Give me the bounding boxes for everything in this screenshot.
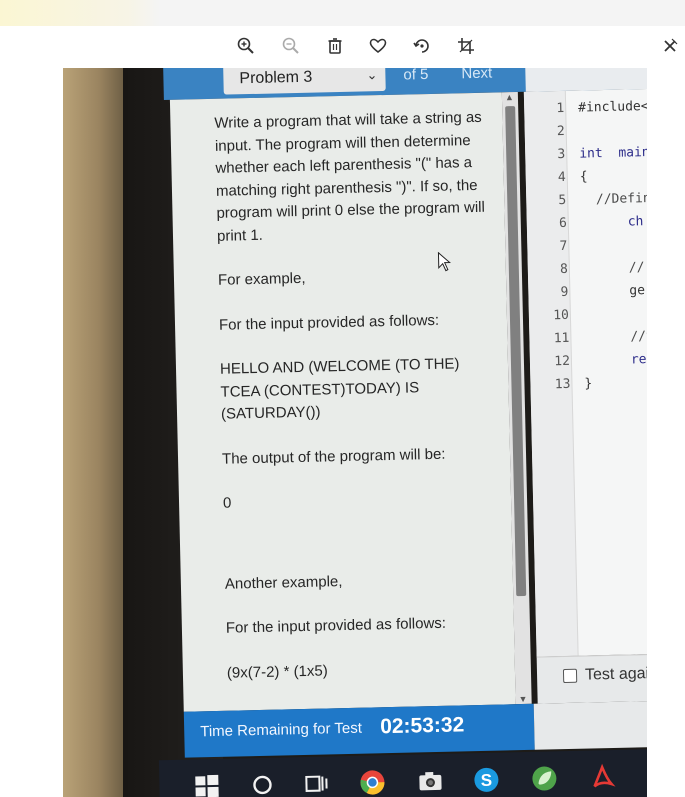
problem-paragraph: For example, (217, 269, 306, 289)
problem-paragraph: The output of the program will be: (221, 445, 446, 468)
code-editor[interactable]: 1 2 3 4 5 6 7 8 9 10 11 12 13 #include<s… (523, 88, 647, 657)
cortana-search-icon[interactable] (245, 768, 280, 797)
code-line: { (579, 169, 588, 185)
chrome-icon[interactable] (355, 765, 390, 797)
problem-select-value: Problem 3 (239, 68, 313, 88)
problem-description-pane: Write a program that will take a string … (169, 92, 516, 712)
trash-icon[interactable] (325, 36, 345, 56)
skype-icon[interactable]: S (469, 762, 504, 797)
windows-start-icon[interactable] (189, 769, 224, 797)
zoom-out-icon[interactable] (281, 36, 301, 56)
problem-paragraph: For the input provided as follows: (225, 614, 447, 637)
app-leaf-icon[interactable] (527, 761, 562, 796)
line-number: 4 (557, 169, 566, 186)
footer-right-panel (533, 700, 647, 750)
viewer-toolbar (0, 30, 685, 64)
line-number: 6 (558, 215, 567, 232)
line-number: 9 (560, 284, 569, 301)
code-line: } (584, 376, 593, 392)
problem-count: of 5 (403, 68, 429, 84)
editor-header (524, 68, 647, 92)
monitor-screen: Problem 3 ⌄ of 5 Next Write a program th… (158, 68, 647, 797)
line-number: 10 (553, 307, 570, 324)
line-number: 5 (558, 192, 567, 209)
problem-paragraph: Another example, (224, 572, 343, 593)
line-number: 12 (554, 353, 571, 370)
problem-paragraph: Write a program that will take a string … (214, 108, 486, 245)
close-icon[interactable] (660, 36, 680, 56)
heart-icon[interactable] (368, 36, 388, 56)
task-view-icon[interactable] (299, 766, 334, 797)
problem-paragraph: 0 (222, 494, 232, 512)
timer-value: 02:53:32 (379, 713, 465, 739)
test-against-checkbox[interactable] (562, 668, 578, 684)
svg-text:S: S (481, 771, 493, 790)
test-against-label: Test against (584, 664, 647, 684)
code-line: #include<s (578, 98, 647, 116)
crop-icon[interactable] (456, 36, 476, 56)
chevron-down-icon: ⌄ (366, 68, 378, 83)
mail-icon[interactable] (643, 759, 647, 794)
code-line: ch (580, 214, 644, 231)
line-number: 11 (553, 330, 570, 347)
code-line: int main( (579, 144, 647, 162)
monitor-background (63, 68, 123, 797)
viewer-top-strip (0, 0, 685, 26)
scroll-up-icon[interactable]: ▲ (505, 92, 514, 102)
mouse-cursor-icon (437, 251, 451, 272)
line-number: 8 (559, 261, 569, 278)
code-line: //S (583, 328, 647, 346)
code-line: // (581, 260, 645, 277)
timer-label: Time Remaining for Test (200, 719, 363, 741)
line-number: 3 (557, 146, 566, 163)
line-number: 13 (554, 376, 571, 393)
timer-bar: Time Remaining for Test 02:53:32 (183, 703, 535, 758)
problem-select[interactable]: Problem 3 ⌄ (223, 68, 386, 95)
acrobat-icon[interactable] (585, 760, 620, 795)
next-button[interactable]: Next (461, 68, 492, 82)
screenshot-root: Problem 3 ⌄ of 5 Next Write a program th… (0, 0, 685, 797)
line-number: 7 (559, 238, 568, 255)
zoom-in-icon[interactable] (236, 36, 256, 56)
monitor-photo: Problem 3 ⌄ of 5 Next Write a program th… (63, 68, 647, 797)
problem-paragraph: HELLO AND (WELCOME (TO THE) TCEA (CONTES… (219, 355, 460, 423)
code-line: //Defini (595, 190, 647, 208)
scroll-down-icon[interactable]: ▼ (518, 694, 527, 704)
line-number: 2 (556, 123, 565, 140)
test-bar: Test against (536, 653, 647, 704)
rotate-icon[interactable] (412, 36, 432, 56)
problem-statement: Write a program that will take a string … (214, 107, 503, 707)
problem-paragraph: For the input provided as follows: (218, 311, 440, 334)
code-line: ret (630, 351, 647, 368)
problem-paragraph: (9x(7-2) * (1x5) (226, 661, 328, 682)
code-line: ge (582, 283, 646, 300)
top-strip-tint (0, 0, 160, 26)
camera-icon[interactable] (413, 764, 448, 797)
line-number: 1 (556, 100, 565, 117)
